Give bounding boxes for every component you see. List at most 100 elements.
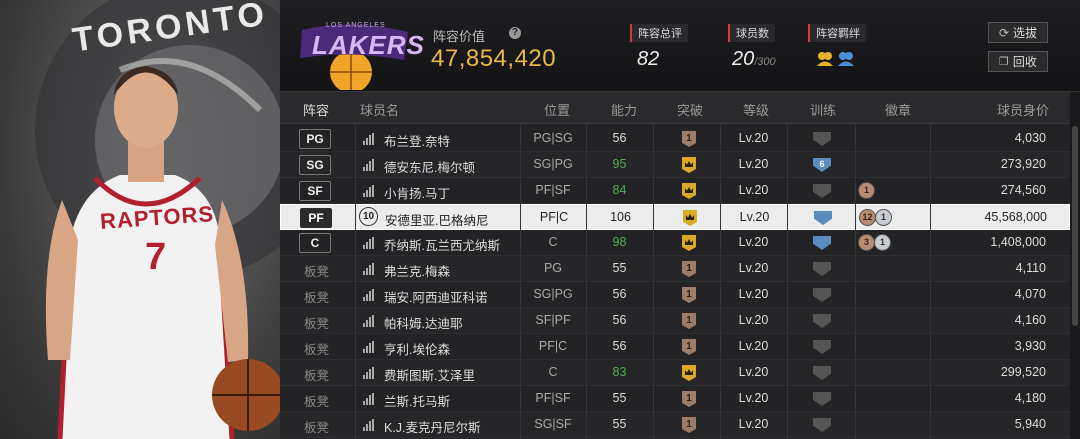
player-name[interactable]: 安德里亚.巴格纳尼 [385,210,488,229]
recycle-button[interactable]: ❐ 回收 [988,51,1048,72]
breakthrough-badge: 1 [682,261,696,277]
col-lineup[interactable]: 阵容 [303,100,329,119]
player-rating: 95 [612,157,627,171]
player-rating: 55 [612,391,627,405]
breakthrough-badge: 1 [682,131,696,147]
player-level: Lv.20 [739,210,770,224]
col-training[interactable]: 训练 [810,100,836,119]
select-button[interactable]: ⟳ 选拔 [988,22,1048,43]
training-icon[interactable]: 6 [813,158,831,172]
scrollbar[interactable] [1070,92,1080,439]
signal-icon [363,419,375,431]
training-icon[interactable] [813,340,831,354]
lineup-value-label: 阵容价值 [433,29,486,44]
training-icon[interactable] [813,236,831,250]
player-count: 20 [732,48,755,70]
bronze-badge-icon[interactable]: 12 [859,209,876,226]
signal-icon [363,393,375,405]
player-name[interactable]: K.J.麦克丹尼尔斯 [384,417,481,436]
scrollbar-thumb[interactable] [1072,126,1078,326]
column-divider [520,124,521,439]
training-icon[interactable] [813,366,831,380]
player-rating: 106 [610,210,631,224]
player-name[interactable]: 帕科姆.达迪耶 [384,313,462,332]
col-name[interactable]: 球员名 [360,100,399,119]
player-level: Lv.20 [738,391,769,405]
overall-rating-label: 阵容总评 [630,24,688,42]
player-price: 4,030 [1014,131,1046,145]
col-badges[interactable]: 徽章 [885,100,911,119]
column-divider [930,124,931,439]
training-icon[interactable] [813,288,831,302]
recycle-button-label: 回收 [1012,55,1037,69]
player-name[interactable]: 德安东尼.梅尔顿 [384,157,475,176]
breakthrough-badge: 1 [682,313,696,329]
training-icon[interactable] [814,211,832,225]
synergy-icons[interactable] [816,50,858,73]
training-icon[interactable] [813,132,831,146]
select-button-label: 选拔 [1013,26,1038,40]
column-divider [586,124,587,439]
col-breakthrough[interactable]: 突破 [677,100,703,119]
player-position: PF|C [539,210,569,224]
slot-bench: 板凳 [304,421,330,435]
col-position[interactable]: 位置 [544,100,570,119]
table-row[interactable]: C 乔纳斯.瓦兰西尤纳斯 C 98 Lv.20 3 1 1,408,000 [280,230,1070,256]
slot-position: PG [299,129,331,149]
player-position: SF|PF [535,313,571,327]
slot-bench: 板凳 [304,317,330,331]
col-level[interactable]: 等级 [743,100,769,119]
player-name[interactable]: 瑞安.阿西迪亚科诺 [384,287,487,306]
table-row[interactable]: 板凳 费斯图斯.艾泽里 C 83 Lv.20 299,520 [280,360,1070,386]
training-icon[interactable] [813,418,831,432]
signal-icon [363,341,375,353]
crown-icon [682,235,696,251]
help-icon[interactable]: ? [509,27,521,39]
player-level: Lv.20 [738,261,769,275]
player-name[interactable]: 兰斯.托马斯 [384,391,450,410]
player-name[interactable]: 布兰登.奈特 [384,131,450,150]
table-row[interactable]: SF 小肯扬.马丁 PF|SF 84 Lv.20 1 274,560 [280,178,1070,204]
training-icon[interactable] [813,314,831,328]
slot-position: SF [299,181,331,201]
player-level: Lv.20 [738,157,769,171]
table-row[interactable]: 板凳 帕科姆.达迪耶 SF|PF 56 1 Lv.20 4,160 [280,308,1070,334]
player-position: SG|PG [533,287,573,301]
col-price[interactable]: 球员身价 [997,100,1049,119]
crown-icon [682,157,696,173]
bronze-badge-icon[interactable]: 1 [858,182,875,199]
synergy-box: 阵容羁绊 [808,24,866,42]
table-row[interactable]: 板凳 兰斯.托马斯 PF|SF 55 1 Lv.20 4,180 [280,386,1070,412]
player-position: SG|SF [534,417,572,431]
table-row[interactable]: 板凳 弗兰克.梅森 PG 55 1 Lv.20 4,110 [280,256,1070,282]
bronze-badge-icon[interactable]: 3 [858,234,875,251]
player-name[interactable]: 费斯图斯.艾泽里 [384,365,475,384]
column-divider [653,124,654,439]
silver-badge-icon[interactable]: 1 [875,209,892,226]
col-rating[interactable]: 能力 [611,100,637,119]
player-level: Lv.20 [738,131,769,145]
table-row[interactable]: PG 布兰登.奈特 PG|SG 56 1 Lv.20 4,030 [280,126,1070,152]
player-position: PF|C [538,339,568,353]
table-row[interactable]: 板凳 瑞安.阿西迪亚科诺 SG|PG 56 1 Lv.20 4,070 [280,282,1070,308]
player-rating: 83 [612,365,627,379]
player-name[interactable]: 乔纳斯.瓦兰西尤纳斯 [384,235,500,254]
player-price: 273,920 [1000,157,1046,171]
silver-badge-icon[interactable]: 1 [874,234,891,251]
slot-bench: 板凳 [304,343,330,357]
slot-bench: 板凳 [304,265,330,279]
crown-icon [682,183,696,199]
player-name[interactable]: 小肯扬.马丁 [384,183,450,202]
player-name[interactable]: 亨利.埃伦森 [384,339,450,358]
overall-rating-box: 阵容总评 [630,24,688,42]
player-name[interactable]: 弗兰克.梅森 [384,261,450,280]
player-rating: 55 [612,417,627,431]
table-row[interactable]: 板凳 亨利.埃伦森 PF|C 56 1 Lv.20 3,930 [280,334,1070,360]
training-icon[interactable] [813,262,831,276]
training-icon[interactable] [813,392,831,406]
training-icon[interactable] [813,184,831,198]
table-row[interactable]: 板凳 K.J.麦克丹尼尔斯 SG|SF 55 1 Lv.20 5,940 [280,412,1070,438]
breakthrough-badge: 1 [682,417,696,433]
table-row[interactable]: SG 德安东尼.梅尔顿 SG|PG 95 Lv.20 6 273,920 [280,152,1070,178]
table-row[interactable]: PF 10 安德里亚.巴格纳尼 PF|C 106 Lv.20 12 1 45,568,000 [280,204,1070,230]
